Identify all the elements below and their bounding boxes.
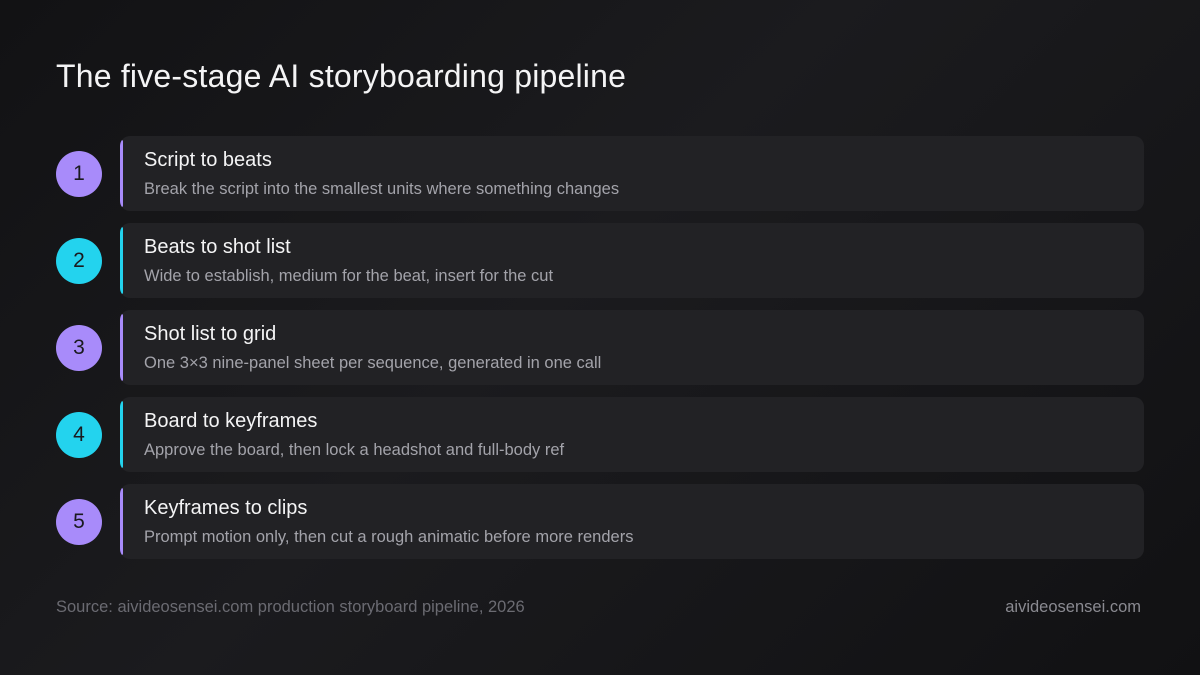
pipeline-stages: 1 Script to beats Break the script into … bbox=[56, 136, 1144, 571]
stage-accent-bar bbox=[120, 488, 123, 555]
stage-number-badge: 5 bbox=[56, 499, 102, 545]
stage-description: Break the script into the smallest units… bbox=[144, 180, 620, 198]
stage-number-badge: 4 bbox=[56, 412, 102, 458]
stage-4: 4 Board to keyframes Approve the board, … bbox=[56, 397, 1144, 472]
stage-title: Script to beats bbox=[144, 149, 272, 171]
stage-accent-bar bbox=[120, 227, 123, 294]
stage-title: Shot list to grid bbox=[144, 323, 277, 345]
stage-description: One 3×3 nine-panel sheet per sequence, g… bbox=[144, 354, 602, 372]
stage-title: Keyframes to clips bbox=[144, 497, 308, 519]
stage-5: 5 Keyframes to clips Prompt motion only,… bbox=[56, 484, 1144, 559]
stage-card: Board to keyframes Approve the board, th… bbox=[120, 397, 1144, 472]
stage-card: Script to beats Break the script into th… bbox=[120, 136, 1144, 211]
site-credit: aivideosensei.com bbox=[1005, 598, 1141, 616]
stage-title: Board to keyframes bbox=[144, 410, 318, 432]
stage-description: Wide to establish, medium for the beat, … bbox=[144, 267, 554, 285]
stage-description: Approve the board, then lock a headshot … bbox=[144, 441, 565, 459]
stage-number-badge: 1 bbox=[56, 151, 102, 197]
stage-number-badge: 2 bbox=[56, 238, 102, 284]
stage-card: Keyframes to clips Prompt motion only, t… bbox=[120, 484, 1144, 559]
stage-card: Shot list to grid One 3×3 nine-panel she… bbox=[120, 310, 1144, 385]
source-citation: Source: aivideosensei.com production sto… bbox=[56, 598, 525, 616]
stage-1: 1 Script to beats Break the script into … bbox=[56, 136, 1144, 211]
stage-3: 3 Shot list to grid One 3×3 nine-panel s… bbox=[56, 310, 1144, 385]
stage-number-badge: 3 bbox=[56, 325, 102, 371]
stage-2: 2 Beats to shot list Wide to establish, … bbox=[56, 223, 1144, 298]
page-title: The five-stage AI storyboarding pipeline bbox=[56, 58, 627, 94]
stage-title: Beats to shot list bbox=[144, 236, 291, 258]
stage-accent-bar bbox=[120, 314, 123, 381]
stage-card: Beats to shot list Wide to establish, me… bbox=[120, 223, 1144, 298]
stage-description: Prompt motion only, then cut a rough ani… bbox=[144, 528, 634, 546]
stage-accent-bar bbox=[120, 401, 123, 468]
stage-accent-bar bbox=[120, 140, 123, 207]
